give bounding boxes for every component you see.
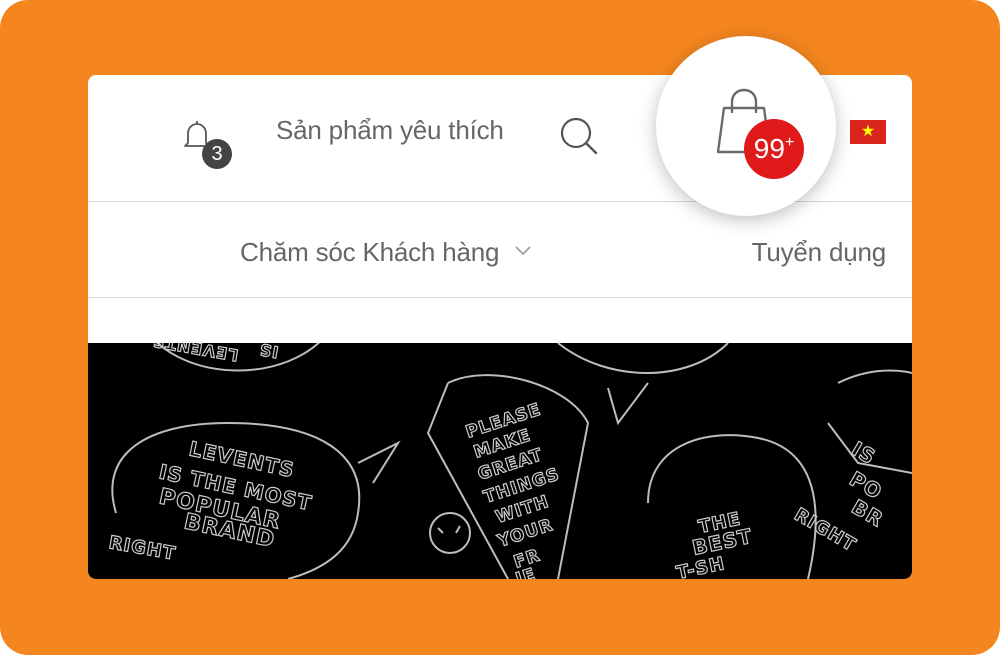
careers-link[interactable]: Tuyển dụng — [752, 237, 887, 268]
bubble1-line5: RIGHT — [107, 532, 177, 564]
cart-count-badge: 99+ — [744, 119, 804, 179]
vietnam-flag-icon: ★ — [860, 123, 876, 140]
chevron-down-icon[interactable] — [514, 245, 532, 257]
bubble5-line2: IS — [257, 343, 279, 362]
cart-count-number: 99 — [753, 133, 785, 164]
hero-banner: LEVENTS IS THE MOST POPULAR BRAND RIGHT … — [88, 343, 912, 579]
favorites-link[interactable]: Sản phẩm yêu thích — [276, 115, 504, 146]
bubble4-line1: IS — [848, 437, 881, 470]
orange-frame: 3 Sản phẩm yêu thích ★ Chăm sóc Khách hà… — [0, 0, 1000, 655]
notification-count-badge: 3 — [202, 139, 232, 169]
bubble4-line3: BR — [848, 495, 888, 532]
nav-divider — [88, 297, 912, 298]
notifications-button[interactable]: 3 — [182, 119, 232, 169]
cart-button[interactable]: 99+ — [656, 36, 836, 216]
nav-bar: Chăm sóc Khách hàng Tuyển dụng — [88, 202, 912, 297]
bubble3-line3: T-SH — [675, 553, 727, 579]
language-selector[interactable]: ★ — [850, 120, 886, 144]
banner-illustration: LEVENTS IS THE MOST POPULAR BRAND RIGHT … — [107, 343, 912, 579]
cart-count-suffix: + — [784, 134, 795, 151]
bubble5-line1: LEVENTS — [151, 343, 240, 365]
search-icon — [560, 117, 598, 155]
banner-text-group: LEVENTS IS THE MOST POPULAR BRAND RIGHT … — [107, 343, 889, 579]
search-button[interactable] — [558, 115, 600, 162]
customer-care-menu[interactable]: Chăm sóc Khách hàng — [240, 237, 499, 268]
